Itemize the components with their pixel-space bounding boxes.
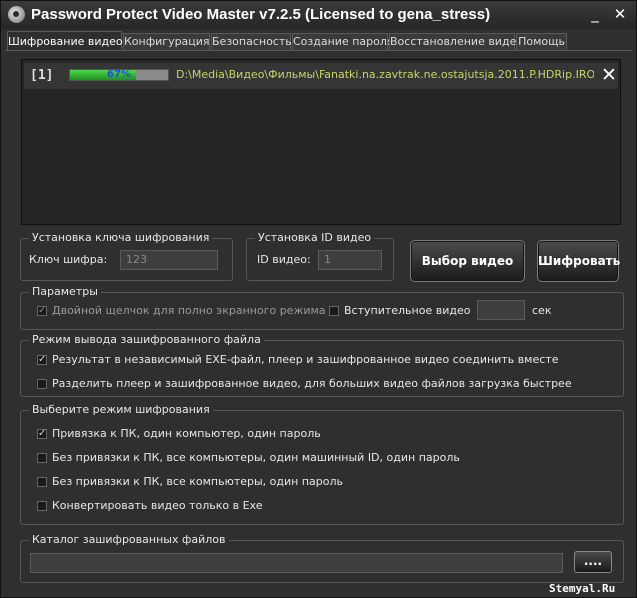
machine-id-label: Без привязки к ПК, все компьютеры, один …: [52, 451, 460, 464]
tab-encrypt-video[interactable]: Шифрование видео: [7, 31, 123, 51]
fullscreen-label: Двойной щелчок для полно экранного режим…: [52, 304, 326, 317]
parameters-title: Параметры: [29, 285, 101, 298]
tab-restore-video[interactable]: Восстановление видео: [389, 33, 523, 50]
output-dir-input[interactable]: [30, 553, 563, 573]
app-logo-icon: [8, 6, 25, 23]
video-id-input[interactable]: 1: [318, 250, 382, 270]
all-computers-checkbox[interactable]: [37, 477, 47, 487]
remove-item-icon[interactable]: ✕: [601, 64, 617, 86]
progress-label: 67%: [107, 69, 131, 80]
video-id-title: Установка ID видео: [255, 231, 375, 244]
tab-create-password[interactable]: Создание пароля: [292, 33, 394, 50]
convert-exe-checkbox[interactable]: [37, 501, 47, 511]
app-window: Password Protect Video Master v7.2.5 (Li…: [0, 0, 637, 598]
window-title: Password Protect Video Master v7.2.5 (Li…: [31, 6, 491, 23]
seconds-unit-label: сек: [532, 304, 552, 317]
tab-help[interactable]: Помощь: [516, 33, 567, 50]
intro-video-label: Вступительное видео: [344, 304, 471, 317]
output-mode-title: Режим вывода зашифрованного файла: [29, 333, 264, 346]
queue-item-path: D:\Media\Видео\Фильмы\Fanatki.na.zavtrak…: [176, 68, 594, 81]
list-item[interactable]: [1] 67% D:\Media\Видео\Фильмы\Fanatki.na…: [24, 63, 618, 89]
minimize-button[interactable]: _: [586, 5, 604, 23]
key-settings-title: Установка ключа шифрования: [29, 231, 213, 244]
encrypt-button[interactable]: Шифровать: [537, 240, 620, 282]
browse-button[interactable]: ....: [574, 551, 612, 573]
output-dir-title: Каталог зашифрованных файлов: [29, 533, 229, 546]
select-video-button[interactable]: Выбор видео: [410, 240, 525, 282]
tab-security[interactable]: Безопасность: [211, 33, 292, 50]
output-exe-label: Результат в независимый EXE-файл, плеер …: [52, 353, 559, 366]
queue-item-index: [1]: [30, 68, 54, 83]
watermark-text: Stemyal.Ru: [549, 582, 616, 595]
tab-configuration[interactable]: Конфигурация: [123, 33, 210, 50]
progress-bar: 67%: [69, 69, 169, 81]
output-split-label: Разделить плеер и зашифрованное видео, д…: [52, 377, 572, 390]
video-queue-list[interactable]: [1] 67% D:\Media\Видео\Фильмы\Fanatki.na…: [21, 59, 621, 225]
bind-pc-checkbox[interactable]: [37, 429, 47, 439]
encryption-mode-title: Выберите режим шифрования: [29, 403, 213, 416]
output-split-checkbox[interactable]: [37, 379, 47, 389]
machine-id-checkbox[interactable]: [37, 453, 47, 463]
close-icon[interactable]: ✕: [611, 5, 629, 23]
tab-underline: [5, 50, 632, 51]
all-computers-label: Без привязки к ПК, все компьютеры, один …: [52, 475, 344, 488]
video-id-label: ID видео:: [257, 253, 311, 266]
output-exe-checkbox[interactable]: [37, 355, 47, 365]
convert-exe-label: Конвертировать видео только в Exe: [52, 499, 263, 512]
intro-video-checkbox[interactable]: [329, 306, 339, 316]
bind-pc-label: Привязка к ПК, один компьютер, один паро…: [52, 427, 321, 440]
intro-seconds-input[interactable]: [477, 300, 525, 320]
title-bar: Password Protect Video Master v7.2.5 (Li…: [1, 1, 636, 29]
fullscreen-checkbox[interactable]: [37, 306, 47, 316]
key-label: Ключ шифра:: [29, 253, 108, 266]
key-input[interactable]: 123: [120, 250, 218, 270]
